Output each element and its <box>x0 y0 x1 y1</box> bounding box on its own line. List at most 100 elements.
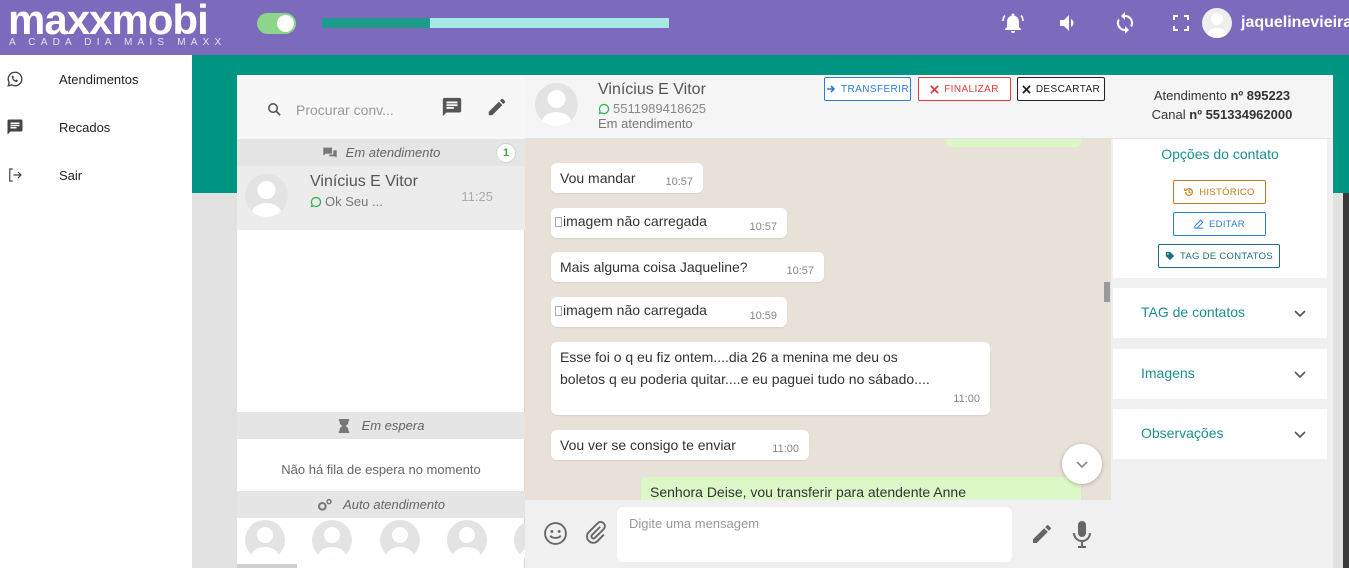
sync-icon[interactable] <box>1113 11 1137 35</box>
auto-scrollbar[interactable] <box>237 564 297 568</box>
avatar <box>1202 8 1232 38</box>
sidebar-item-label: Atendimentos <box>59 71 139 87</box>
sidebar-item-label: Recados <box>59 119 111 135</box>
brand-logo: maxxmobi A CADA DIA MAIS MAXX <box>8 0 233 52</box>
finish-label: FINALIZAR <box>944 83 999 95</box>
section-auto: Auto atendimento <box>237 491 525 518</box>
history-icon <box>1184 188 1194 196</box>
message-bubble: Esse foi o q eu fiz ontem....dia 26 a me… <box>551 342 990 415</box>
chevron-down-icon <box>1076 461 1088 469</box>
search-input[interactable]: Procurar conv... <box>296 102 394 118</box>
finish-button[interactable]: FINALIZAR <box>918 77 1011 101</box>
chat-contact-phone: 5511989418625 <box>598 101 706 116</box>
message-icon <box>7 119 23 135</box>
edit-icon <box>1194 219 1204 229</box>
sidebar-item-recados[interactable]: Recados <box>0 107 192 147</box>
image-message[interactable]: imagem não carregada 10:57 <box>551 208 787 238</box>
count-badge: 1 <box>496 143 516 163</box>
history-button[interactable]: HISTÓRICO <box>1173 180 1266 204</box>
search-bar: Procurar conv... <box>237 75 525 139</box>
broken-image-icon <box>555 306 562 316</box>
accordion-contact-tags[interactable]: TAG de contatos <box>1113 288 1327 338</box>
volume-icon[interactable] <box>1057 11 1081 35</box>
channel-label: Canal <box>1151 107 1186 122</box>
emoji-icon[interactable] <box>543 521 568 546</box>
message-time: 10:57 <box>665 176 693 188</box>
section-title: Em espera <box>361 418 425 433</box>
chat-header: Vinícius E Vitor 5511989418625 Em atendi… <box>525 75 1111 139</box>
channel-value: nº 551334962000 <box>1189 107 1293 122</box>
close-icon <box>930 84 939 94</box>
accordion-images[interactable]: Imagens <box>1113 349 1327 399</box>
attendance-number: Atendimento nº 895223 <box>1111 86 1333 105</box>
discard-button[interactable]: DESCARTAR <box>1017 77 1105 101</box>
transfer-label: TRANSFERIR <box>841 83 909 95</box>
contact-preview: Ok Seu ... <box>310 194 383 209</box>
avatar[interactable] <box>312 520 352 560</box>
bell-icon[interactable] <box>1001 11 1025 35</box>
section-title: Em atendimento <box>345 145 441 160</box>
sidebar: Atendimentos Recados Sair <box>0 55 192 568</box>
attendance-value: nº 895223 <box>1230 88 1291 103</box>
message-bubble: Vou ver se consigo te enviar 11:00 <box>551 430 809 460</box>
contact-tags-label: TAG DE CONTATOS <box>1180 250 1273 262</box>
online-toggle[interactable] <box>257 13 296 34</box>
whatsapp-icon <box>310 196 322 207</box>
sidebar-item-atendimentos[interactable]: Atendimentos <box>0 59 192 99</box>
chat-contact-name: Vinícius E Vitor <box>598 81 706 98</box>
accordion-title: Imagens <box>1141 365 1195 381</box>
conversation-item[interactable]: Vinícius E Vitor Ok Seu ... 11:25 <box>237 166 525 230</box>
chevron-down-icon <box>1294 371 1306 379</box>
contact-options-title: Opções do contato <box>1161 146 1279 162</box>
whatsapp-icon <box>7 71 23 87</box>
transfer-button[interactable]: TRANSFERIR <box>824 77 911 101</box>
message-text: Mais alguma coisa Jaqueline? <box>560 259 748 275</box>
avatar[interactable] <box>514 520 525 560</box>
accordion-title: Observações <box>1141 425 1224 441</box>
contact-details-panel: Atendimento nº 895223 Canal nº 551334962… <box>1111 75 1333 568</box>
message-input[interactable]: Digite uma mensagem <box>617 507 1012 562</box>
message-bubble-partial <box>946 139 1081 147</box>
accordion-notes[interactable]: Observações <box>1113 409 1327 459</box>
arrow-right-icon <box>827 85 836 93</box>
avatar[interactable] <box>447 520 487 560</box>
sidebar-item-sair[interactable]: Sair <box>0 155 192 195</box>
message-composer: Digite uma mensagem <box>525 500 1111 568</box>
message-bubble-outgoing: Senhora Deise, vou transferir para atend… <box>641 477 1081 500</box>
edit-icon[interactable] <box>486 96 508 118</box>
hourglass-icon <box>338 418 349 433</box>
edit-button[interactable]: EDITAR <box>1173 212 1266 236</box>
avatar[interactable] <box>380 520 420 560</box>
preview-text: Ok Seu ... <box>325 194 383 209</box>
section-active: Em atendimento 1 <box>237 139 525 166</box>
section-title: Auto atendimento <box>343 497 445 512</box>
message-time: 11:00 <box>953 393 980 405</box>
attach-icon[interactable] <box>583 520 608 545</box>
fullscreen-icon[interactable] <box>1169 11 1193 35</box>
image-message[interactable]: imagem não carregada 10:59 <box>551 297 787 327</box>
contact-options-card: Opções do contato HISTÓRICO EDITAR TAG D… <box>1113 139 1327 278</box>
contact-tags-button[interactable]: TAG DE CONTATOS <box>1158 244 1280 268</box>
attendance-label: Atendimento <box>1153 88 1227 103</box>
message-text: Esse foi o q eu fiz ontem....dia 26 a me… <box>560 349 930 387</box>
chat-scrollbar[interactable] <box>1104 282 1110 302</box>
chat-icon[interactable] <box>441 96 463 118</box>
phone-number: 5511989418625 <box>613 101 707 116</box>
chevron-down-icon <box>1294 431 1306 439</box>
whatsapp-icon <box>598 103 610 114</box>
pencil-icon[interactable] <box>1030 522 1054 546</box>
message-time: 10:57 <box>749 221 777 233</box>
chevron-down-icon <box>1294 310 1306 318</box>
message-time: 10:57 <box>786 265 814 277</box>
contact-name: Vinícius E Vitor <box>310 173 418 190</box>
message-area[interactable]: Vou mandar 10:57 imagem não carregada 10… <box>525 139 1111 500</box>
user-menu[interactable]: jaquelinevieira <box>1202 7 1349 39</box>
microphone-icon[interactable] <box>1071 519 1093 551</box>
edit-label: EDITAR <box>1209 218 1245 230</box>
message-text: Vou ver se consigo te enviar <box>560 437 736 453</box>
waiting-empty-text: Não há fila de espera no momento <box>281 462 481 477</box>
scroll-down-button[interactable] <box>1062 444 1102 484</box>
avatar[interactable] <box>245 520 285 560</box>
avatar <box>245 174 288 217</box>
page-scrollbar[interactable] <box>1343 193 1349 568</box>
